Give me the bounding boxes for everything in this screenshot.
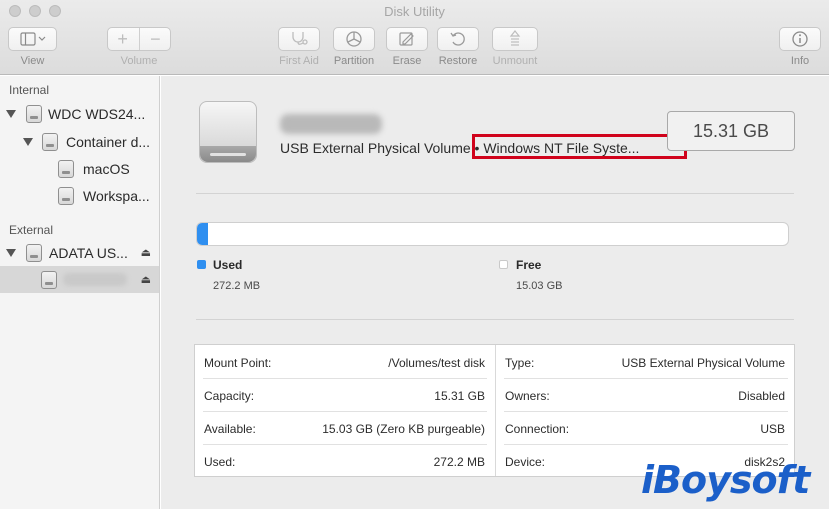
internal-disk-icon xyxy=(26,104,42,123)
disclosure-triangle-icon[interactable] xyxy=(6,248,16,257)
eject-icon[interactable]: ⏏ xyxy=(141,246,151,259)
eject-icon[interactable]: ⏏ xyxy=(141,273,151,286)
volume-disk-icon xyxy=(58,186,74,205)
free-legend-value: 15.03 GB xyxy=(516,280,563,292)
unmount-button[interactable] xyxy=(492,27,538,51)
divider xyxy=(196,193,794,194)
iboysoft-watermark: iBoysoft xyxy=(641,458,810,502)
view-button[interactable] xyxy=(8,27,57,51)
title-bar: Disk Utility View + − Volume First Aid P… xyxy=(0,0,829,75)
sidebar-item-selected-volume[interactable]: ⏏ xyxy=(0,266,159,293)
info-row-available: Available: 15.03 GB (Zero KB purgeable) xyxy=(204,412,485,445)
used-legend-value: 272.2 MB xyxy=(213,280,261,292)
add-volume-button[interactable]: + xyxy=(117,29,128,50)
unmount-icon xyxy=(509,30,521,46)
info-row-mount-point: Mount Point: /Volumes/test disk xyxy=(204,346,485,379)
external-disk-icon xyxy=(26,243,42,262)
partition-pie-icon xyxy=(346,31,362,47)
first-aid-button[interactable] xyxy=(278,27,320,51)
stethoscope-icon xyxy=(292,32,308,45)
sidebar-item-workspace[interactable]: Workspa... xyxy=(0,182,159,209)
erase-pencil-icon xyxy=(399,32,414,46)
volume-label: Volume xyxy=(120,55,158,67)
external-drive-icon xyxy=(199,101,257,163)
redacted-volume-title xyxy=(280,114,382,134)
sidebar-item-label: ADATA US... xyxy=(49,244,128,261)
sidebar-item-label: Container d... xyxy=(66,133,151,150)
sidebar-section-internal: Internal xyxy=(9,83,50,97)
first-aid-label: First Aid xyxy=(279,55,319,67)
container-disk-icon xyxy=(42,132,58,151)
sidebar-item-label: WDC WDS24... xyxy=(48,105,146,122)
external-volume-icon xyxy=(41,270,57,289)
usage-bar-used-fill xyxy=(197,223,208,245)
sidebar-item-label: macOS xyxy=(83,160,130,177)
info-row-used: Used: 272.2 MB xyxy=(204,445,485,478)
erase-button[interactable] xyxy=(386,27,428,51)
redacted-volume-name xyxy=(63,273,127,286)
info-row-owners: Owners: Disabled xyxy=(505,379,785,412)
sidebar-item-wdc-disk[interactable]: WDC WDS24... xyxy=(0,100,159,127)
divider xyxy=(196,319,794,320)
partition-button[interactable] xyxy=(333,27,375,51)
filesystem-highlight-box xyxy=(472,134,687,159)
free-legend-label: Free xyxy=(516,258,542,272)
info-key: Device: xyxy=(505,454,546,469)
remove-volume-button[interactable]: − xyxy=(150,29,161,50)
info-value: /Volumes/test disk xyxy=(388,355,485,370)
info-row-type: Type: USB External Physical Volume xyxy=(505,346,785,379)
volume-disk-icon xyxy=(58,159,74,178)
info-button[interactable] xyxy=(779,27,821,51)
info-row-capacity: Capacity: 15.31 GB xyxy=(204,379,485,412)
info-key: Owners: xyxy=(505,388,550,403)
info-value: Disabled xyxy=(738,388,785,403)
disclosure-triangle-icon[interactable] xyxy=(6,109,16,118)
info-key: Used: xyxy=(204,454,236,469)
erase-label: Erase xyxy=(392,55,422,67)
sidebar-toggle-icon xyxy=(19,32,45,46)
info-row-connection: Connection: USB xyxy=(505,412,785,445)
restore-arrow-icon xyxy=(450,32,465,46)
divider xyxy=(495,345,496,476)
info-key: Connection: xyxy=(505,421,570,436)
info-key: Capacity: xyxy=(204,388,255,403)
restore-button[interactable] xyxy=(437,27,479,51)
free-legend-swatch xyxy=(499,260,508,269)
used-legend-swatch xyxy=(197,260,206,269)
sidebar-item-macos[interactable]: macOS xyxy=(0,155,159,182)
info-key: Mount Point: xyxy=(204,355,272,370)
restore-label: Restore xyxy=(438,55,478,67)
info-value: 272.2 MB xyxy=(433,454,485,469)
used-legend-label: Used xyxy=(213,258,243,272)
sidebar-section-external: External xyxy=(9,223,54,237)
divider xyxy=(138,28,140,50)
window-title: Disk Utility xyxy=(384,4,445,19)
info-value: 15.03 GB (Zero KB purgeable) xyxy=(322,421,485,436)
partition-label: Partition xyxy=(333,55,375,67)
unmount-label: Unmount xyxy=(492,55,538,67)
info-value: USB External Physical Volume xyxy=(621,355,785,370)
volume-button-group: + − xyxy=(107,27,171,51)
sidebar-item-adata-disk[interactable]: ADATA US... ⏏ xyxy=(0,239,159,266)
main-panel: USB External Physical Volume • Windows N… xyxy=(161,76,829,509)
info-key: Available: xyxy=(204,421,256,436)
sidebar: Internal WDC WDS24... Container d... mac… xyxy=(0,76,160,509)
sidebar-item-container[interactable]: Container d... xyxy=(0,128,159,155)
usage-bar xyxy=(196,222,789,246)
disclosure-triangle-icon[interactable] xyxy=(23,137,33,146)
info-key: Type: xyxy=(505,355,535,370)
info-icon xyxy=(792,31,808,47)
view-label: View xyxy=(20,55,45,67)
sidebar-item-label: Workspa... xyxy=(83,187,150,204)
info-value: USB xyxy=(760,421,785,436)
volume-size-box: 15.31 GB xyxy=(667,111,795,151)
volume-type-text: USB External Physical Volume xyxy=(280,140,471,156)
info-label: Info xyxy=(790,55,810,67)
info-value: 15.31 GB xyxy=(434,388,485,403)
